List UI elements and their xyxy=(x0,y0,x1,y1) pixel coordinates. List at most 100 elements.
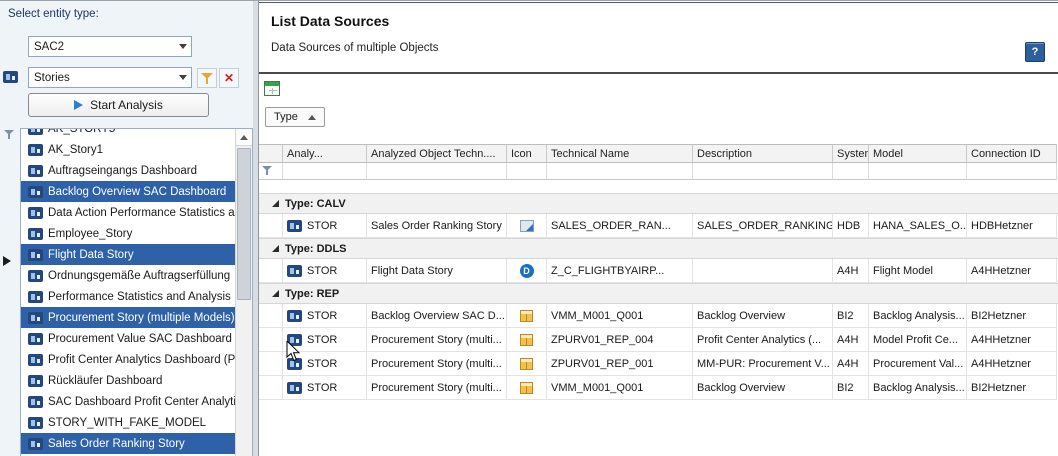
column-header[interactable]: Analyzed Object Techn.... xyxy=(367,144,507,163)
filter-cell[interactable] xyxy=(283,163,367,180)
play-icon xyxy=(74,100,83,110)
object-type-code: STOR xyxy=(307,220,337,232)
column-header[interactable] xyxy=(259,144,283,163)
grid-row[interactable]: STORProcurement Story (multi...VMM_M001_… xyxy=(259,376,1058,400)
story-icon xyxy=(287,382,302,394)
filter-cell[interactable] xyxy=(259,163,283,180)
chevron-down-icon[interactable] xyxy=(175,37,191,56)
filter-cell[interactable] xyxy=(367,163,507,180)
grid-row[interactable]: STORProcurement Story (multi...ZPURV01_R… xyxy=(259,328,1058,352)
grid-row[interactable]: STORBacklog Overview SAC D...VMM_M001_Q0… xyxy=(259,304,1058,328)
story-icon xyxy=(287,358,302,370)
filter-cell[interactable] xyxy=(547,163,693,180)
filter-row-funnel-icon xyxy=(262,166,273,176)
story-icon xyxy=(28,228,43,240)
group-header-row[interactable]: Type: CALV xyxy=(259,193,1058,214)
technical-name-cell: VMM_M001_Q001 xyxy=(547,376,693,400)
story-list-item[interactable]: Profit Center Analytics Dashboard (Pr xyxy=(21,349,235,370)
filter-cell[interactable] xyxy=(967,163,1057,180)
object-type-value: Stories xyxy=(29,72,175,84)
datasource-icon-cell xyxy=(507,328,547,352)
story-label: AK_STORY5 xyxy=(48,128,115,135)
story-label: Procurement Story (multiple Models) xyxy=(48,312,235,324)
collapse-triangle-icon xyxy=(272,245,279,252)
scrollbar-thumb[interactable] xyxy=(237,148,251,300)
description-cell: Profit Center Analytics (... xyxy=(693,328,833,352)
technical-name-cell: Z_C_FLIGHTBYAIRP... xyxy=(547,259,693,283)
column-header[interactable]: Icon xyxy=(507,144,547,163)
export-to-excel-button[interactable] xyxy=(264,81,280,96)
row-indicator-cell xyxy=(259,259,283,283)
model-cell: Flight Model xyxy=(869,259,967,283)
group-header-row[interactable]: Type: REP xyxy=(259,283,1058,304)
chevron-down-icon[interactable] xyxy=(175,68,191,87)
row-indicator-cell xyxy=(259,214,283,238)
column-header[interactable]: System xyxy=(833,144,869,163)
collapse-triangle-icon xyxy=(272,200,279,207)
filter-button[interactable] xyxy=(197,68,217,88)
story-icon xyxy=(28,270,43,282)
story-list-item[interactable]: AK_Story1 xyxy=(21,139,235,160)
model-cell: HANA_SALES_O... xyxy=(869,214,967,238)
start-analysis-label: Start Analysis xyxy=(90,98,163,112)
story-list[interactable]: AK_STORY5 AK_Story1Auftragseingangs Dashb… xyxy=(20,128,253,456)
list-scrollbar[interactable] xyxy=(235,129,252,456)
model-cell: Backlog Analysis... xyxy=(869,304,967,328)
start-analysis-button[interactable]: Start Analysis xyxy=(28,93,209,117)
help-button[interactable]: ? xyxy=(1025,42,1045,62)
story-list-item[interactable]: STORY_WITH_FAKE_MODEL xyxy=(21,412,235,433)
calc-view-icon xyxy=(520,220,534,232)
story-list-item[interactable]: Ordnungsgemäße Auftragserfüllung xyxy=(21,265,235,286)
column-header[interactable]: Analy... xyxy=(283,144,367,163)
grid-row[interactable]: STORProcurement Story (multi...ZPURV01_R… xyxy=(259,352,1058,376)
story-list-item[interactable]: Data Action Performance Statistics an xyxy=(21,202,235,223)
story-list-item[interactable]: Backlog Overview SAC Dashboard xyxy=(21,181,235,202)
entity-type-value: SAC2 xyxy=(29,41,175,53)
connection-id-cell: HDBHetzner xyxy=(967,214,1057,238)
story-icon xyxy=(287,265,302,277)
column-header[interactable]: Connection ID xyxy=(967,144,1057,163)
object-type-code: STOR xyxy=(307,358,337,370)
left-panel: Select entity type: SAC2 Stories ✕ Start… xyxy=(0,1,253,456)
group-header-row[interactable]: Type: DDLS xyxy=(259,238,1058,259)
query-icon xyxy=(520,310,533,322)
story-list-item[interactable]: Procurement Value SAC Dashboard xyxy=(21,328,235,349)
story-list-item[interactable]: Performance Statistics and Analysis xyxy=(21,286,235,307)
story-list-item[interactable]: SAC Dashboard Profit Center Analytic xyxy=(21,391,235,412)
grid-row[interactable]: STORFlight Data StoryZ_C_FLIGHTBYAIRP...… xyxy=(259,259,1058,283)
grid-row[interactable]: STORSales Order Ranking StorySALES_ORDER… xyxy=(259,214,1058,238)
object-type-code: STOR xyxy=(307,265,337,277)
datasource-icon-cell xyxy=(507,352,547,376)
scroll-up-button[interactable] xyxy=(236,129,252,146)
column-header[interactable]: Model xyxy=(869,144,967,163)
system-cell: BI2 xyxy=(833,376,869,400)
entity-type-combobox[interactable]: SAC2 xyxy=(28,36,192,57)
filter-cell[interactable] xyxy=(869,163,967,180)
system-cell: A4H xyxy=(833,259,869,283)
story-list-item[interactable]: AK_STORY5 xyxy=(21,128,235,139)
data-sources-grid: Analy...Analyzed Object Techn....IconTec… xyxy=(259,144,1058,400)
story-type-icon xyxy=(3,71,18,83)
filter-cell[interactable] xyxy=(507,163,547,180)
model-cell: Backlog Analysis... xyxy=(869,376,967,400)
story-list-item[interactable]: Rückläufer Dashboard xyxy=(21,370,235,391)
story-icon xyxy=(287,220,302,232)
datasource-icon-cell xyxy=(507,214,547,238)
connection-id-cell: A4HHetzner xyxy=(967,328,1057,352)
filter-cell[interactable] xyxy=(693,163,833,180)
group-by-type-chip[interactable]: Type xyxy=(265,107,325,127)
story-list-item[interactable]: Procurement Story (multiple Models) xyxy=(21,307,235,328)
story-list-item[interactable]: Employee_Story xyxy=(21,223,235,244)
column-header[interactable]: Technical Name xyxy=(547,144,693,163)
story-list-item[interactable]: Sales Order Ranking Story xyxy=(21,433,235,454)
column-header[interactable]: Description xyxy=(693,144,833,163)
row-indicator-cell xyxy=(259,352,283,376)
story-list-item[interactable]: Flight Data Story xyxy=(21,244,235,265)
system-cell: A4H xyxy=(833,352,869,376)
filter-cell[interactable] xyxy=(833,163,869,180)
group-label: Type: CALV xyxy=(285,198,346,210)
clear-filter-button[interactable]: ✕ xyxy=(219,68,239,88)
object-type-combobox[interactable]: Stories xyxy=(28,67,192,88)
story-label: Procurement Value SAC Dashboard xyxy=(48,333,232,345)
story-list-item[interactable]: Auftragseingangs Dashboard xyxy=(21,160,235,181)
